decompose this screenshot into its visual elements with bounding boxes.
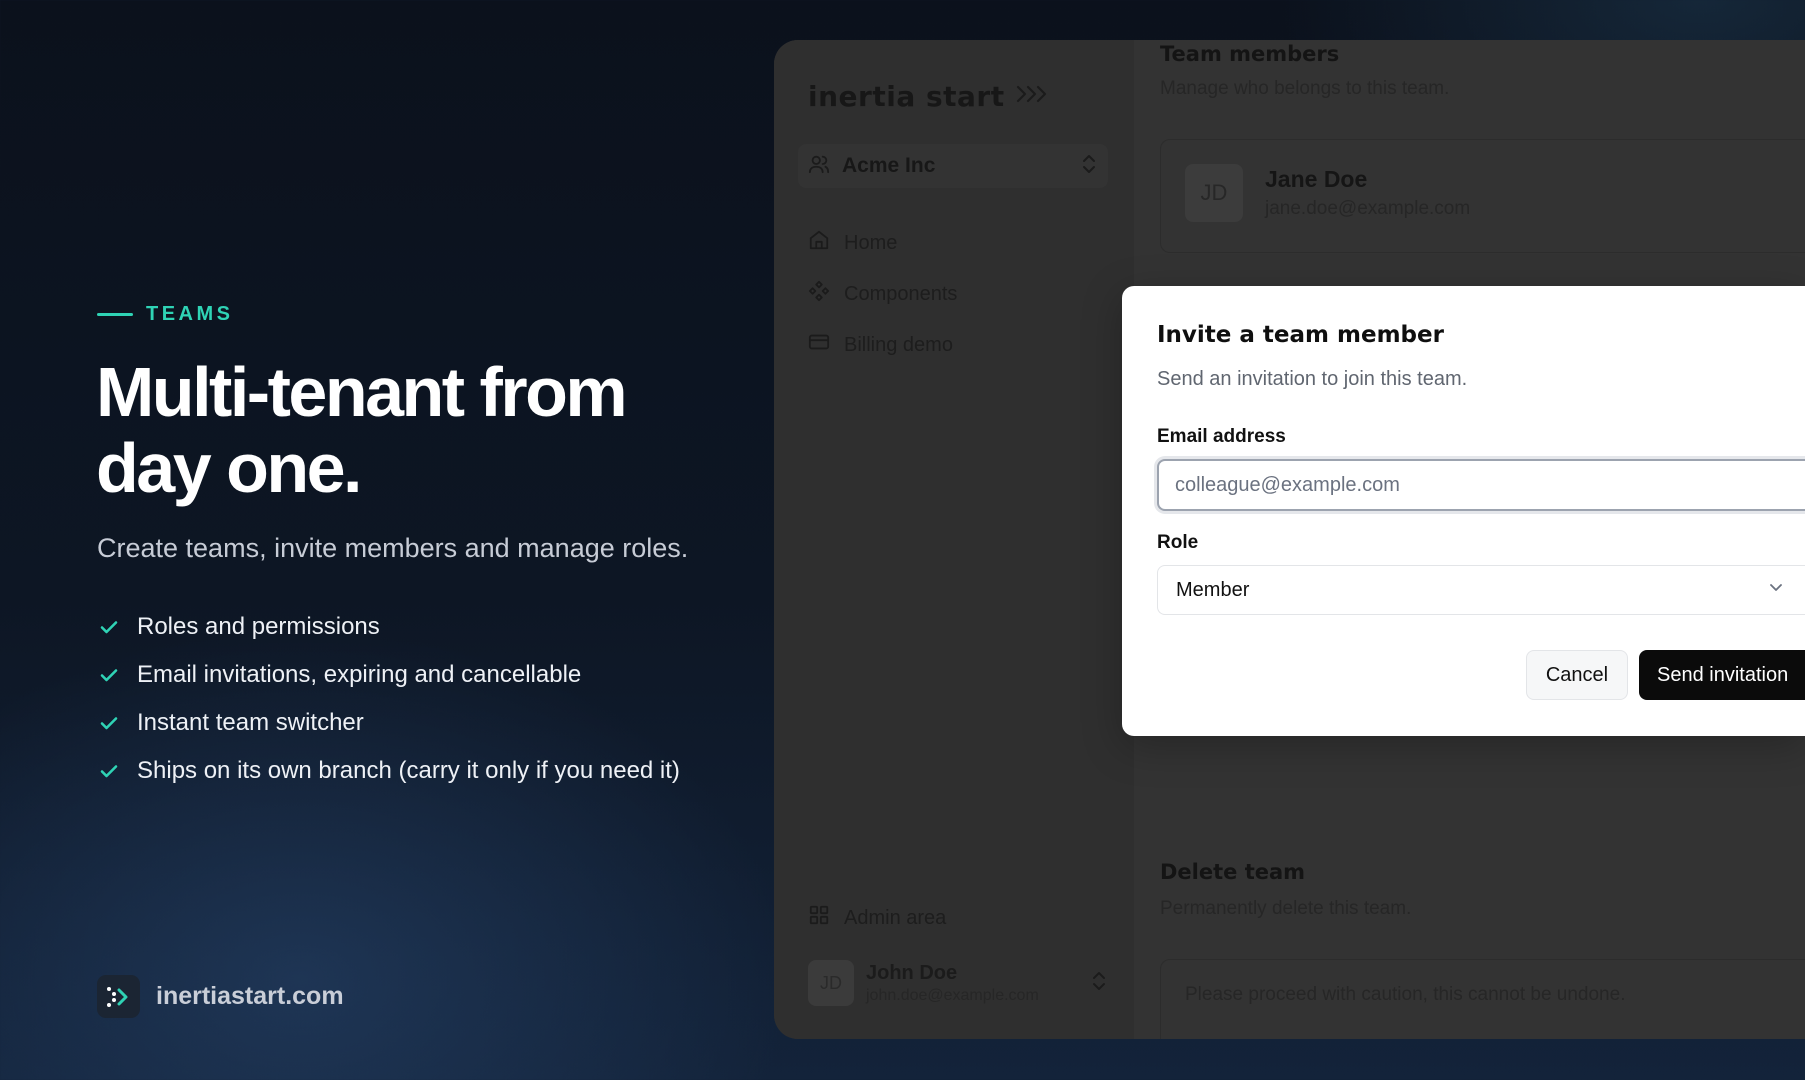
- home-icon: [808, 229, 830, 257]
- site-url: inertiastart.com: [156, 982, 344, 1010]
- feature-item: Ships on its own branch (carry it only i…: [97, 747, 680, 795]
- avatar: JD: [808, 960, 854, 1006]
- feature-item: Instant team switcher: [97, 699, 680, 747]
- team-members-description: Manage who belongs to this team.: [1160, 78, 1450, 99]
- sidebar-item-admin-area[interactable]: Admin area: [808, 898, 1108, 938]
- sidebar-item-label: Billing demo: [844, 333, 953, 356]
- sidebar-item-label: Admin area: [844, 906, 947, 929]
- chevrons-up-down-icon: [1080, 153, 1098, 180]
- hero-subhead: Create teams, invite members and manage …: [97, 533, 689, 563]
- feature-label: Roles and permissions: [137, 613, 380, 640]
- member-email: jane.doe@example.com: [1265, 198, 1471, 219]
- brand-logo-icon: [97, 975, 140, 1018]
- check-icon: [97, 615, 121, 639]
- team-members-title: Team members: [1160, 42, 1340, 66]
- site-brand[interactable]: inertiastart.com: [97, 975, 344, 1018]
- users-icon: [808, 153, 830, 180]
- feature-label: Email invitations, expiring and cancella…: [137, 661, 582, 688]
- email-label: Email address: [1157, 426, 1286, 447]
- hero-headline: Multi-tenant from day one.: [96, 353, 628, 507]
- member-card: JD Jane Doe jane.doe@example.com: [1160, 139, 1805, 253]
- delete-team-panel: Please proceed with caution, this cannot…: [1160, 959, 1805, 1039]
- sidebar-item-label: Home: [844, 231, 898, 254]
- sidebar-item-billing-demo[interactable]: Billing demo: [808, 325, 1108, 365]
- feature-list: Roles and permissions Email invitations,…: [97, 603, 680, 795]
- role-select[interactable]: Member: [1157, 565, 1805, 615]
- chevron-down-icon: [1767, 578, 1799, 602]
- feature-label: Ships on its own branch (carry it only i…: [137, 757, 680, 784]
- user-meta: John Doe john.doe@example.com: [866, 962, 1090, 1005]
- role-label: Role: [1157, 532, 1199, 553]
- delete-team-warning: Please proceed with caution, this cannot…: [1185, 984, 1626, 1005]
- components-icon: [808, 280, 830, 308]
- eyebrow-label: TEAMS: [146, 303, 234, 325]
- sidebar-item-home[interactable]: Home: [808, 223, 1108, 263]
- avatar: JD: [1185, 164, 1243, 222]
- sidebar-item-label: Components: [844, 282, 958, 305]
- credit-card-icon: [808, 331, 830, 359]
- grid-icon: [808, 904, 830, 932]
- chevrons-right-icon: [1015, 83, 1053, 110]
- role-value: Member: [1176, 578, 1250, 601]
- feature-item: Email invitations, expiring and cancella…: [97, 651, 680, 699]
- member-name: Jane Doe: [1265, 166, 1368, 192]
- email-field[interactable]: [1157, 459, 1805, 511]
- check-icon: [97, 711, 121, 735]
- feature-label: Instant team switcher: [137, 709, 364, 736]
- invite-member-dialog: Invite a team member Send an invitation …: [1122, 286, 1805, 736]
- send-invitation-button[interactable]: Send invitation: [1639, 650, 1805, 700]
- delete-team-description: Permanently delete this team.: [1160, 898, 1412, 919]
- dialog-description: Send an invitation to join this team.: [1157, 368, 1468, 390]
- user-menu[interactable]: JD John Doe john.doe@example.com: [808, 958, 1108, 1008]
- app-logo-text: inertia start: [808, 80, 1005, 113]
- delete-team-title: Delete team: [1160, 860, 1306, 884]
- feature-item: Roles and permissions: [97, 603, 680, 651]
- chevrons-up-down-icon: [1090, 970, 1108, 997]
- user-name: John Doe: [866, 961, 958, 984]
- user-email: john.doe@example.com: [866, 986, 1039, 1004]
- team-name: Acme Inc: [842, 154, 936, 177]
- check-icon: [97, 663, 121, 687]
- sidebar: inertia start Acme Inc Home Components B…: [774, 40, 1134, 1039]
- dialog-title: Invite a team member: [1157, 322, 1444, 348]
- sidebar-item-components[interactable]: Components: [808, 274, 1108, 314]
- section-eyebrow: TEAMS: [97, 303, 234, 326]
- cancel-button[interactable]: Cancel: [1526, 650, 1628, 700]
- app-logo[interactable]: inertia start: [808, 80, 1053, 113]
- eyebrow-line: [97, 313, 133, 316]
- team-switcher[interactable]: Acme Inc: [798, 144, 1108, 188]
- check-icon: [97, 759, 121, 783]
